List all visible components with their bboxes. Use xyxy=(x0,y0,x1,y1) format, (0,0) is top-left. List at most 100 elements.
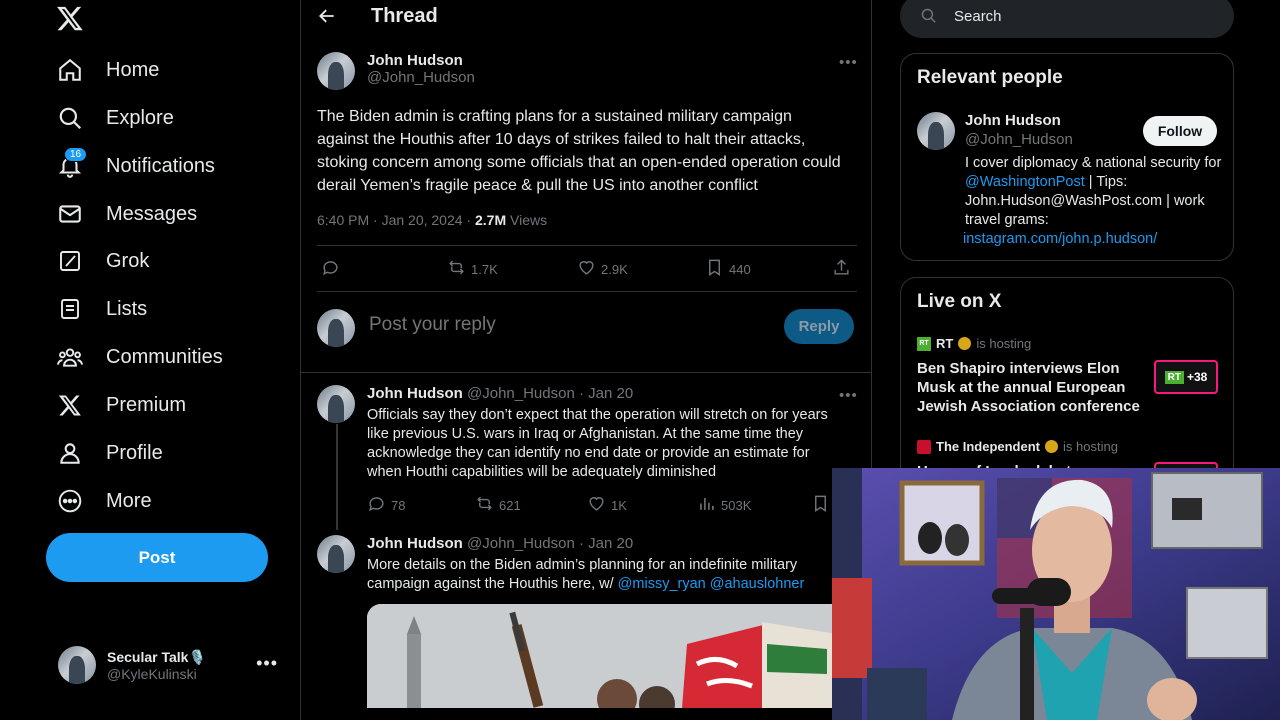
tweet-text: Officials say they don’t expect that the… xyxy=(367,407,828,480)
sidebar-item-label: Profile xyxy=(106,441,163,464)
author-name[interactable]: John Hudson xyxy=(367,385,463,402)
more-options-icon[interactable]: ••• xyxy=(839,54,858,71)
like-count: 1K xyxy=(611,497,627,513)
host-name: The Independent xyxy=(936,439,1040,454)
avatar[interactable] xyxy=(917,112,955,150)
reply-icon xyxy=(321,258,340,280)
thread-tweet[interactable]: John Hudson @John_Hudson · Jan 20 ••• Of… xyxy=(317,385,857,520)
follow-button[interactable]: Follow xyxy=(1143,116,1217,146)
account-name: Secular Talk🎙️ xyxy=(107,648,206,665)
thread-tweet[interactable]: John Hudson @John_Hudson · Jan 20 More d… xyxy=(317,535,857,595)
bookmark-icon xyxy=(705,258,724,280)
share-action[interactable] xyxy=(832,258,851,280)
more-options-icon[interactable]: ••• xyxy=(839,387,858,404)
independent-logo-icon xyxy=(917,439,931,454)
repost-action[interactable]: 621 xyxy=(475,494,521,516)
tweet-text: The Biden admin is crafting plans for a … xyxy=(317,108,841,194)
author-name[interactable]: John Hudson xyxy=(367,52,475,69)
mail-icon xyxy=(56,200,84,228)
sidebar-item-lists[interactable]: Lists xyxy=(56,289,147,329)
sidebar-item-label: Lists xyxy=(106,297,148,320)
views-count: 503K xyxy=(721,497,752,513)
avatar[interactable] xyxy=(317,52,355,90)
tweet-timestamp[interactable]: 6:40 PM · Jan 20, 2024 · xyxy=(317,212,475,228)
views-label: Views xyxy=(506,212,548,228)
hosting-label: is hosting xyxy=(1063,439,1118,454)
repost-action[interactable]: 1.7K xyxy=(447,258,498,280)
heart-icon xyxy=(577,258,596,280)
search-bar[interactable] xyxy=(900,0,1234,38)
live-host-row[interactable]: RT RT is hosting xyxy=(917,336,1031,351)
live-thumbnail[interactable]: RT +38 xyxy=(1154,360,1218,394)
sidebar-item-explore[interactable]: Explore xyxy=(56,98,174,138)
person-bio: I cover diplomacy & national security fo… xyxy=(965,154,1229,230)
like-action[interactable]: 2.9K xyxy=(577,258,628,280)
person-info[interactable]: John Hudson @John_Hudson xyxy=(965,112,1073,148)
webcam-overlay xyxy=(832,468,1280,720)
reply-action[interactable] xyxy=(321,258,340,280)
bookmark-icon xyxy=(811,494,830,516)
sidebar-item-home[interactable]: Home xyxy=(56,50,159,90)
sidebar-item-more[interactable]: More xyxy=(56,481,152,521)
more-dots-icon[interactable]: ••• xyxy=(256,653,278,674)
mention-links[interactable]: @missy_ryan @ahauslohner xyxy=(618,576,805,592)
section-title: Live on X xyxy=(917,291,1002,312)
live-title[interactable]: Ben Shapiro interviews Elon Musk at the … xyxy=(917,359,1147,416)
bio-link[interactable]: instagram.com/john.p.hudson/ xyxy=(963,231,1157,247)
share-icon xyxy=(832,258,851,280)
repost-count: 621 xyxy=(499,497,521,513)
person-name[interactable]: John Hudson xyxy=(965,112,1073,129)
listener-count: +38 xyxy=(1186,370,1208,384)
hosting-label: is hosting xyxy=(976,336,1032,351)
post-button[interactable]: Post xyxy=(46,533,268,582)
home-icon xyxy=(56,56,84,84)
search-icon xyxy=(920,7,937,29)
reply-input[interactable] xyxy=(369,314,749,336)
reply-count: 78 xyxy=(391,497,406,513)
back-arrow-icon[interactable] xyxy=(317,6,339,28)
reply-composer: Reply xyxy=(317,306,857,350)
mention-link[interactable]: @WashingtonPost xyxy=(965,174,1085,190)
views-action[interactable]: 503K xyxy=(697,494,751,516)
search-input[interactable] xyxy=(954,7,1204,25)
like-action[interactable]: 1K xyxy=(587,494,627,516)
heart-icon xyxy=(587,494,606,516)
sidebar-item-profile[interactable]: Profile xyxy=(56,433,163,473)
live-on-x-card: Live on X RT RT is hosting Ben Shapiro i… xyxy=(900,277,1234,497)
sidebar-item-grok[interactable]: Grok xyxy=(56,241,149,281)
avatar xyxy=(317,309,355,347)
reply-action[interactable]: 78 xyxy=(367,494,405,516)
search-icon xyxy=(56,104,84,132)
sidebar-item-communities[interactable]: Communities xyxy=(56,337,223,377)
author-handle[interactable]: @John_Hudson xyxy=(367,69,475,86)
live-host-row[interactable]: The Independent is hosting xyxy=(917,439,1118,454)
tweet-text: More details on the Biden admin’s planni… xyxy=(367,556,847,594)
tweet-author[interactable]: John Hudson @John_Hudson xyxy=(317,52,475,90)
sidebar-item-label: Explore xyxy=(106,106,174,129)
bookmark-count: 440 xyxy=(729,261,751,277)
communities-icon xyxy=(56,343,84,371)
author-meta: @John_Hudson · Jan 20 xyxy=(462,535,634,552)
divider xyxy=(317,245,857,246)
verified-badge-icon xyxy=(958,337,972,350)
author-name[interactable]: John Hudson xyxy=(367,535,463,552)
sidebar-item-messages[interactable]: Messages xyxy=(56,194,197,234)
bio-text: I cover diplomacy & national security fo… xyxy=(965,155,1222,171)
x-logo-icon xyxy=(56,391,84,419)
bookmark-action[interactable]: 440 xyxy=(705,258,751,280)
author-meta: @John_Hudson · Jan 20 xyxy=(462,385,634,402)
x-logo-icon[interactable] xyxy=(56,4,86,34)
section-title: Relevant people xyxy=(917,67,1063,88)
reply-button[interactable]: Reply xyxy=(784,309,854,344)
sidebar-item-premium[interactable]: Premium xyxy=(56,385,186,425)
sidebar-item-notifications[interactable]: 16 Notifications xyxy=(56,146,215,186)
avatar xyxy=(58,646,96,684)
account-switcher[interactable]: Secular Talk🎙️ @KyleKulinski ••• xyxy=(58,645,288,685)
person-icon xyxy=(56,439,84,467)
tweet-actions: 1.7K 2.9K 440 xyxy=(317,250,857,286)
divider xyxy=(317,291,857,292)
bookmark-action[interactable] xyxy=(811,494,830,516)
avatar[interactable] xyxy=(317,535,355,573)
tweet-media-image[interactable] xyxy=(367,604,847,708)
avatar[interactable] xyxy=(317,385,355,423)
